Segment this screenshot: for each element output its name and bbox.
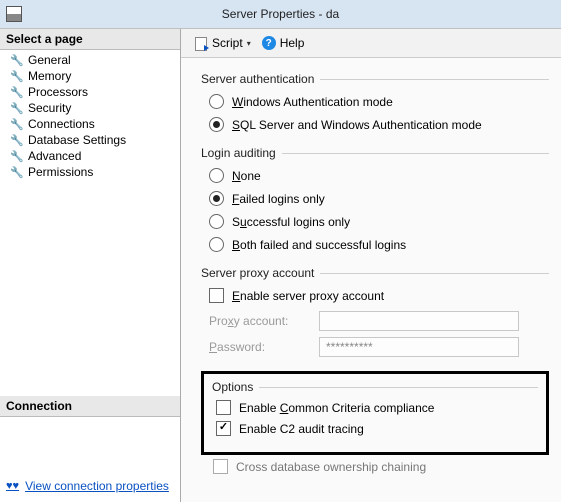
checkbox-icon[interactable] — [213, 459, 228, 474]
wrench-icon: 🔧 — [10, 102, 24, 115]
sidebar-item-database-settings[interactable]: 🔧 Database Settings — [0, 132, 180, 148]
auth-windows-mode-option[interactable]: Windows Authentication mode — [209, 94, 549, 109]
sidebar-item-advanced[interactable]: 🔧 Advanced — [0, 148, 180, 164]
sidebar-item-permissions[interactable]: 🔧 Permissions — [0, 164, 180, 180]
audit-none-option[interactable]: None — [209, 168, 549, 183]
audit-both-option[interactable]: Both failed and successful logins — [209, 237, 549, 252]
sidebar-item-label: Connections — [28, 117, 95, 131]
option-label: Failed logins only — [232, 192, 325, 206]
wrench-icon: 🔧 — [10, 70, 24, 83]
proxy-password-label: Password: — [209, 340, 319, 354]
audit-failed-option[interactable]: Failed logins only — [209, 191, 549, 206]
proxy-account-label: Proxy account: — [209, 314, 319, 328]
sidebar-item-label: General — [28, 53, 71, 67]
proxy-account-input[interactable] — [319, 311, 519, 331]
login-auditing-group: Login auditing None Failed logins only — [201, 146, 549, 252]
group-legend: Options — [212, 380, 253, 394]
server-authentication-group: Server authentication Windows Authentica… — [201, 72, 549, 132]
sidebar: Select a page 🔧 General 🔧 Memory 🔧 Proce… — [0, 29, 181, 502]
radio-icon[interactable] — [209, 117, 224, 132]
sidebar-item-security[interactable]: 🔧 Security — [0, 100, 180, 116]
help-label: Help — [280, 36, 305, 50]
option-label: Enable Common Criteria compliance — [239, 401, 434, 415]
wrench-icon: 🔧 — [10, 150, 24, 163]
checkbox-icon[interactable] — [209, 288, 224, 303]
sidebar-item-label: Security — [28, 101, 71, 115]
chevron-down-icon[interactable]: ▾ — [247, 39, 251, 48]
wrench-icon: 🔧 — [10, 86, 24, 99]
content-area: Server authentication Windows Authentica… — [181, 58, 561, 502]
wrench-icon: 🔧 — [10, 166, 24, 179]
radio-icon[interactable] — [209, 237, 224, 252]
sidebar-item-label: Memory — [28, 69, 71, 83]
sidebar-item-label: Processors — [28, 85, 88, 99]
title-bar: Server Properties - da — [0, 0, 561, 29]
option-label: None — [232, 169, 261, 183]
select-page-header: Select a page — [0, 29, 180, 50]
option-label: Windows Authentication mode — [232, 95, 393, 109]
checkbox-icon[interactable] — [216, 400, 231, 415]
wrench-icon: 🔧 — [10, 134, 24, 147]
server-proxy-group: Server proxy account Enable server proxy… — [201, 266, 549, 357]
auth-sql-mode-option[interactable]: SQL Server and Windows Authentication mo… — [209, 117, 549, 132]
script-button[interactable]: Script ▾ — [189, 33, 256, 53]
window-title: Server Properties - da — [222, 7, 339, 21]
toolbar: Script ▾ ? Help — [181, 29, 561, 58]
option-label: Cross database ownership chaining — [236, 460, 426, 474]
sidebar-item-label: Permissions — [28, 165, 93, 179]
checkbox-icon[interactable] — [216, 421, 231, 436]
group-legend: Server proxy account — [201, 266, 314, 280]
sidebar-item-label: Database Settings — [28, 133, 126, 147]
connection-panel: ♥♥ View connection properties — [0, 417, 180, 502]
radio-icon[interactable] — [209, 191, 224, 206]
help-button[interactable]: ? Help — [262, 36, 305, 50]
proxy-password-input[interactable] — [319, 337, 519, 357]
option-label: Both failed and successful logins — [232, 238, 406, 252]
radio-icon[interactable] — [209, 94, 224, 109]
cross-db-ownership-checkbox[interactable]: Cross database ownership chaining — [213, 459, 549, 474]
connection-icon: ♥♥ — [6, 480, 19, 492]
wrench-icon: 🔧 — [10, 118, 24, 131]
common-criteria-checkbox[interactable]: Enable Common Criteria compliance — [216, 400, 538, 415]
script-icon — [194, 36, 208, 50]
script-label: Script — [212, 36, 243, 50]
audit-success-option[interactable]: Successful logins only — [209, 214, 549, 229]
group-legend: Server authentication — [201, 72, 314, 86]
connection-header: Connection — [0, 396, 180, 417]
sidebar-item-memory[interactable]: 🔧 Memory — [0, 68, 180, 84]
view-connection-properties-link[interactable]: ♥♥ View connection properties — [6, 479, 169, 493]
sidebar-item-label: Advanced — [28, 149, 81, 163]
option-label: Enable C2 audit tracing — [239, 422, 364, 436]
radio-icon[interactable] — [209, 168, 224, 183]
options-group-highlight: Options Enable Common Criteria complianc… — [201, 371, 549, 455]
page-list: 🔧 General 🔧 Memory 🔧 Processors 🔧 Securi… — [0, 50, 180, 184]
sidebar-item-connections[interactable]: 🔧 Connections — [0, 116, 180, 132]
connection-link-label: View connection properties — [25, 479, 169, 493]
option-label: Successful logins only — [232, 215, 350, 229]
sidebar-item-processors[interactable]: 🔧 Processors — [0, 84, 180, 100]
option-label: Enable server proxy account — [232, 289, 384, 303]
group-legend: Login auditing — [201, 146, 276, 160]
option-label: SQL Server and Windows Authentication mo… — [232, 118, 482, 132]
wrench-icon: 🔧 — [10, 54, 24, 67]
radio-icon[interactable] — [209, 214, 224, 229]
enable-proxy-checkbox[interactable]: Enable server proxy account — [209, 288, 549, 303]
help-icon: ? — [262, 36, 276, 50]
app-icon — [6, 6, 22, 22]
sidebar-item-general[interactable]: 🔧 General — [0, 52, 180, 68]
c2-audit-checkbox[interactable]: Enable C2 audit tracing — [216, 421, 538, 436]
